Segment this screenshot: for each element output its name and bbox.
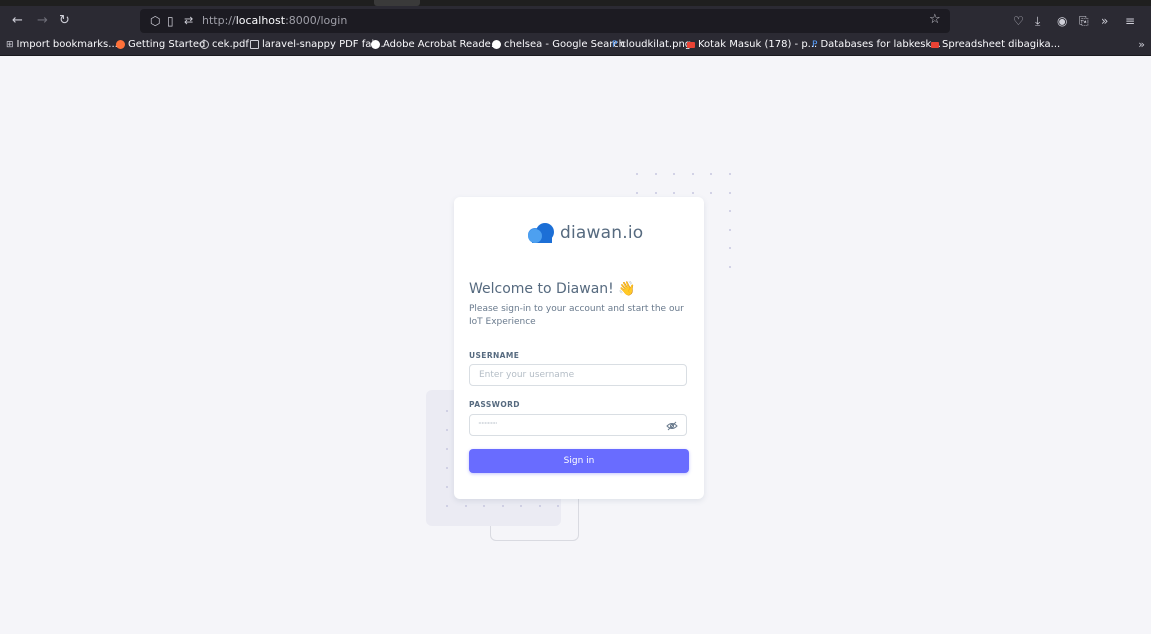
account-icon[interactable]: ◉ xyxy=(1057,13,1067,29)
username-placeholder: Enter your username xyxy=(479,370,575,380)
overflow-chevron-icon[interactable]: » xyxy=(1101,13,1108,29)
eye-off-icon[interactable] xyxy=(666,420,678,432)
page-icon[interactable]: ▯ xyxy=(167,13,174,29)
password-input[interactable]: ············ xyxy=(469,414,687,436)
wave-icon: 👋 xyxy=(618,281,636,297)
login-card: diawan.io Welcome to Diawan! 👋 Please si… xyxy=(454,197,704,499)
permissions-icon[interactable]: ⇄ xyxy=(184,13,193,29)
decor-dot xyxy=(557,505,559,507)
google-icon xyxy=(371,40,380,49)
p-icon: P xyxy=(812,39,818,50)
decor-dot xyxy=(710,173,712,175)
url-text[interactable]: http://localhost:8000/login xyxy=(202,14,347,27)
decor-dot xyxy=(501,505,504,507)
decor-dot xyxy=(446,429,448,431)
decor-dot xyxy=(728,247,731,249)
welcome-subtitle: Please sign-in to your account and start… xyxy=(469,304,684,327)
decor-dot xyxy=(728,173,731,175)
decor-dot xyxy=(654,173,657,175)
firefox-icon xyxy=(116,40,125,49)
back-icon[interactable]: ← xyxy=(12,13,23,29)
bookmark-item[interactable]: Kotak Masuk (178) - p... xyxy=(687,39,817,50)
globe-icon xyxy=(200,40,209,49)
decor-dot xyxy=(446,448,448,450)
shield-icon[interactable]: ⬡ xyxy=(150,13,160,29)
google-icon xyxy=(492,40,501,49)
bookmark-item[interactable]: Spreadsheet dibagika... xyxy=(931,39,1060,50)
page-icon xyxy=(250,40,259,49)
decor-dot xyxy=(691,173,694,175)
browser-toolbar: ← → ↻ ⬡ ▯ ⇄ http://localhost:8000/login … xyxy=(0,6,1151,36)
bookmarks-overflow-icon[interactable]: » xyxy=(1138,38,1145,51)
gmail-icon xyxy=(687,41,695,48)
decor-dot xyxy=(520,505,522,507)
decor-dot xyxy=(728,265,731,268)
bookmark-item[interactable]: laravel-snappy PDF fai... xyxy=(250,39,384,50)
forward-icon[interactable]: → xyxy=(37,13,48,29)
username-label: USERNAME xyxy=(469,351,520,360)
decor-dot xyxy=(538,505,541,507)
bookmark-item[interactable]: cek.pdf xyxy=(200,39,249,50)
decor-dot xyxy=(691,191,694,194)
brand-name: diawan.io xyxy=(560,223,644,243)
pocket-icon[interactable]: ♡ xyxy=(1013,13,1024,29)
decor-dot xyxy=(673,173,675,175)
menu-icon[interactable]: ≡ xyxy=(1125,13,1135,29)
decor-dot xyxy=(446,505,448,507)
cloud-icon xyxy=(528,223,554,243)
decor-dot xyxy=(483,505,485,507)
decor-dot xyxy=(464,505,467,507)
import-icon: ⊞ xyxy=(6,39,14,50)
decor-dot xyxy=(636,173,638,175)
gmail-icon xyxy=(931,41,939,48)
decor-dot xyxy=(728,210,731,212)
password-label: PASSWORD xyxy=(469,400,520,409)
bookmark-item[interactable]: Getting Started xyxy=(116,39,205,50)
bookmarks-bar: ⊞ Import bookmarks... Getting Started cek… xyxy=(0,36,1151,56)
download-icon[interactable]: ⤓ xyxy=(1035,13,1040,29)
username-input[interactable]: Enter your username xyxy=(469,364,687,386)
bookmark-item[interactable]: ⊞ Import bookmarks... xyxy=(6,39,118,50)
bookmark-item[interactable]: Adobe Acrobat Reade... xyxy=(371,39,500,50)
decor-dot xyxy=(728,228,731,231)
password-value: ············ xyxy=(478,419,497,428)
p-icon: P xyxy=(612,39,618,50)
page-content: diawan.io Welcome to Diawan! 👋 Please si… xyxy=(6,56,1151,634)
extensions-icon[interactable]: ⎘ xyxy=(1079,13,1089,29)
decor-dot xyxy=(636,191,638,194)
bookmark-item[interactable]: chelsea - Google Search xyxy=(492,39,625,50)
bookmark-item[interactable]: P Databases for labkesk... xyxy=(812,39,941,50)
decor-dot xyxy=(446,486,448,488)
welcome-heading: Welcome to Diawan! 👋 xyxy=(469,281,636,297)
decor-dot xyxy=(673,191,675,194)
reload-icon[interactable]: ↻ xyxy=(59,13,70,29)
url-bar[interactable]: ⬡ ▯ ⇄ http://localhost:8000/login ☆ xyxy=(140,9,950,33)
decor-dot xyxy=(654,191,657,194)
decor-dot xyxy=(446,467,448,469)
decor-dot xyxy=(728,191,731,194)
bookmark-item[interactable]: Pcloudkilat.png xyxy=(612,39,691,50)
decor-dot xyxy=(446,410,448,412)
bookmark-star-icon[interactable]: ☆ xyxy=(929,12,941,27)
sign-in-button[interactable]: Sign in xyxy=(469,449,689,473)
brand-logo: diawan.io xyxy=(526,221,643,245)
decor-dot xyxy=(710,191,712,194)
